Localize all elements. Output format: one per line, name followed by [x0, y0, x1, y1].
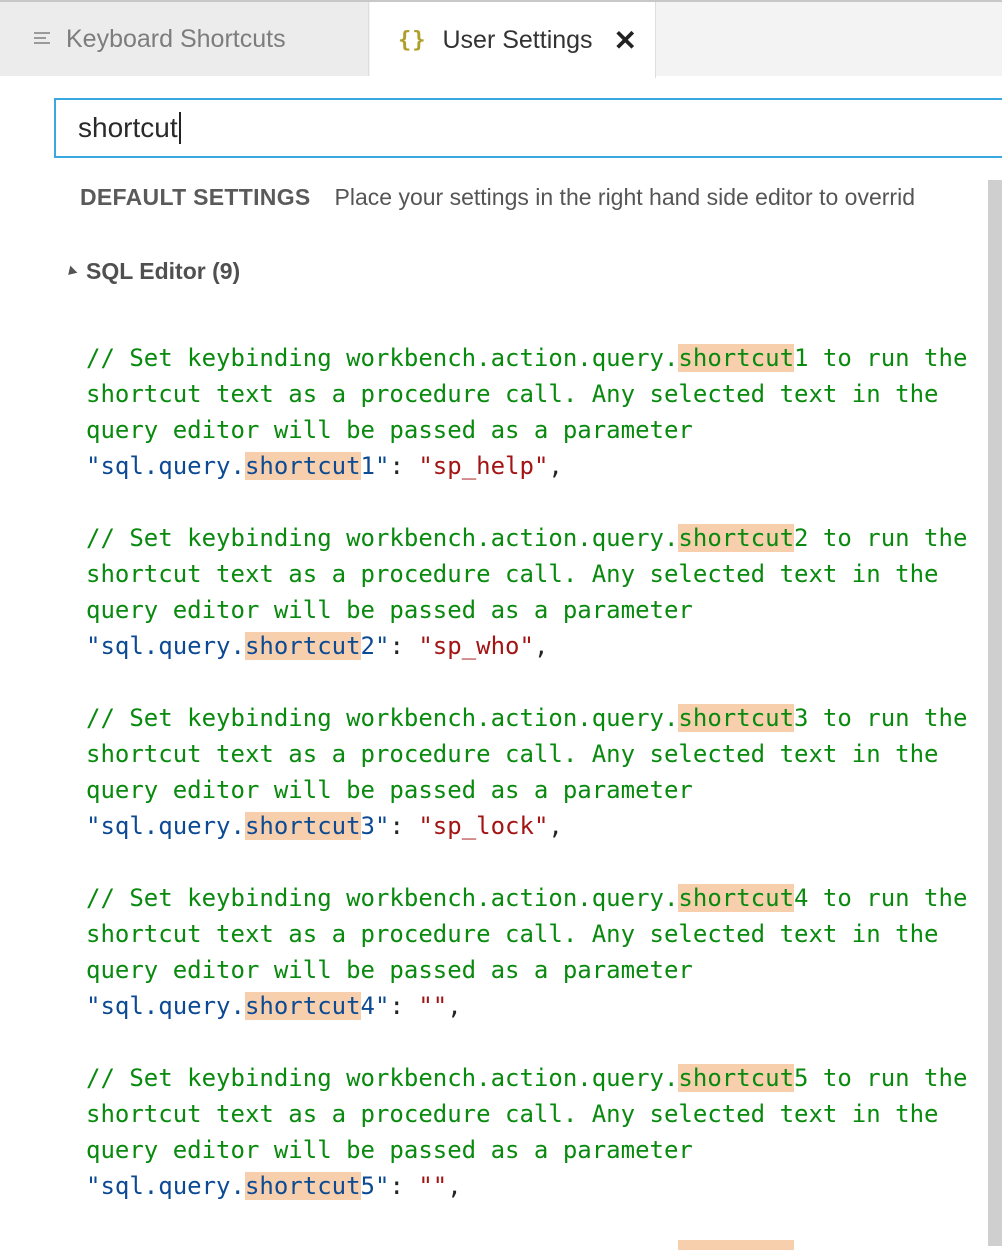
default-settings-header: DEFAULT SETTINGS Place your settings in t…	[80, 184, 915, 211]
search-match: shortcut	[678, 524, 795, 552]
search-match: shortcut	[678, 884, 795, 912]
partial-highlight	[678, 1240, 794, 1250]
comment-line: // Set keybinding workbench.action.query…	[86, 700, 986, 736]
comment-line: shortcut text as a procedure call. Any s…	[86, 920, 939, 948]
group-title: SQL Editor (9)	[86, 258, 241, 284]
colon: :	[389, 992, 419, 1020]
search-match: shortcut	[244, 632, 361, 660]
setting-entry: // Set keybinding workbench.action.query…	[86, 340, 986, 484]
comment-line: // Set keybinding workbench.action.query…	[86, 1060, 986, 1096]
colon: :	[389, 1172, 419, 1200]
comment-line: // Set keybinding workbench.action.query…	[86, 880, 986, 916]
search-match: shortcut	[678, 344, 795, 372]
braces-icon: {}	[398, 27, 427, 53]
close-icon[interactable]: ✕	[614, 24, 637, 57]
setting-key: "sql.query.	[86, 1172, 245, 1200]
comment-line: query editor will be passed as a paramet…	[86, 1136, 693, 1164]
comment-line: shortcut text as a procedure call. Any s…	[86, 560, 939, 588]
setting-key: 3"	[360, 812, 390, 840]
setting-value: "sp_help"	[418, 452, 549, 480]
tab-user-settings[interactable]: {} User Settings ✕	[370, 2, 656, 78]
comment-line: shortcut text as a procedure call. Any s…	[86, 740, 939, 768]
group-header-sql-editor[interactable]: SQL Editor (9)	[64, 258, 241, 285]
setting-value: "sp_lock"	[418, 812, 549, 840]
comment-text: // Set keybinding workbench.action.query…	[86, 524, 679, 552]
search-match: shortcut	[244, 452, 361, 480]
setting-key: 4"	[360, 992, 390, 1020]
search-match: shortcut	[244, 1172, 361, 1200]
comment-line: query editor will be passed as a paramet…	[86, 596, 693, 624]
setting-key: "sql.query.	[86, 812, 245, 840]
comment-text: 4 to run the	[794, 884, 968, 912]
search-match: shortcut	[678, 704, 795, 732]
search-match: shortcut	[244, 812, 361, 840]
tab-label: Keyboard Shortcuts	[66, 24, 286, 53]
comment-text: // Set keybinding workbench.action.query…	[86, 344, 679, 372]
settings-code-editor[interactable]: // Set keybinding workbench.action.query…	[86, 340, 986, 1240]
setting-line[interactable]: "sql.query.shortcut3": "sp_lock",	[86, 808, 986, 844]
search-match: shortcut	[244, 992, 361, 1020]
setting-key: "sql.query.	[86, 452, 245, 480]
setting-key: "sql.query.	[86, 632, 245, 660]
list-icon	[34, 31, 52, 47]
comment-line: shortcut text as a procedure call. Any s…	[86, 380, 939, 408]
default-settings-label: DEFAULT SETTINGS	[80, 184, 311, 210]
setting-line[interactable]: "sql.query.shortcut1": "sp_help",	[86, 448, 986, 484]
search-value: shortcut	[78, 112, 178, 143]
comment-line: // Set keybinding workbench.action.query…	[86, 340, 986, 376]
search-match: shortcut	[678, 1064, 795, 1092]
setting-value: ""	[418, 1172, 448, 1200]
tab-bar: Keyboard Shortcuts {} User Settings ✕	[0, 0, 1002, 78]
setting-entry: // Set keybinding workbench.action.query…	[86, 880, 986, 1024]
search-input[interactable]: shortcut	[54, 98, 1002, 158]
setting-line[interactable]: "sql.query.shortcut4": "",	[86, 988, 986, 1024]
comment-text: 3 to run the	[794, 704, 968, 732]
comma: ,	[548, 452, 563, 480]
setting-value: ""	[418, 992, 448, 1020]
scrollbar[interactable]	[988, 180, 1002, 1246]
collapse-triangle-icon[interactable]	[64, 265, 78, 278]
text-caret	[178, 112, 181, 144]
comment-line: query editor will be passed as a paramet…	[86, 416, 693, 444]
comment-text: 1 to run the	[794, 344, 968, 372]
colon: :	[389, 812, 419, 840]
setting-value: "sp_who"	[418, 632, 534, 660]
setting-line[interactable]: "sql.query.shortcut5": "",	[86, 1168, 986, 1204]
comment-text: // Set keybinding workbench.action.query…	[86, 704, 679, 732]
comment-line: query editor will be passed as a paramet…	[86, 956, 693, 984]
comma: ,	[447, 1172, 462, 1200]
tab-label: User Settings	[442, 25, 593, 54]
comma: ,	[548, 812, 563, 840]
comment-text: // Set keybinding workbench.action.query…	[86, 1064, 679, 1092]
default-settings-description: Place your settings in the right hand si…	[334, 184, 915, 210]
comment-text: 2 to run the	[794, 524, 968, 552]
setting-entry: // Set keybinding workbench.action.query…	[86, 520, 986, 664]
comment-text: 5 to run the	[794, 1064, 968, 1092]
comment-line: query editor will be passed as a paramet…	[86, 776, 693, 804]
setting-entry: // Set keybinding workbench.action.query…	[86, 1060, 986, 1204]
setting-key: "sql.query.	[86, 992, 245, 1020]
comment-line: shortcut text as a procedure call. Any s…	[86, 1100, 939, 1128]
tab-keyboard-shortcuts[interactable]: Keyboard Shortcuts	[0, 2, 369, 76]
comma: ,	[533, 632, 549, 660]
setting-line[interactable]: "sql.query.shortcut2": "sp_who",	[86, 628, 986, 664]
setting-entry: // Set keybinding workbench.action.query…	[86, 700, 986, 844]
setting-key: 2"	[360, 632, 390, 660]
colon: :	[389, 452, 419, 480]
colon: :	[389, 632, 419, 660]
comment-text: // Set keybinding workbench.action.query…	[86, 884, 679, 912]
comment-line: // Set keybinding workbench.action.query…	[86, 520, 986, 556]
setting-key: 1"	[360, 452, 390, 480]
setting-key: 5"	[360, 1172, 390, 1200]
comma: ,	[447, 992, 462, 1020]
